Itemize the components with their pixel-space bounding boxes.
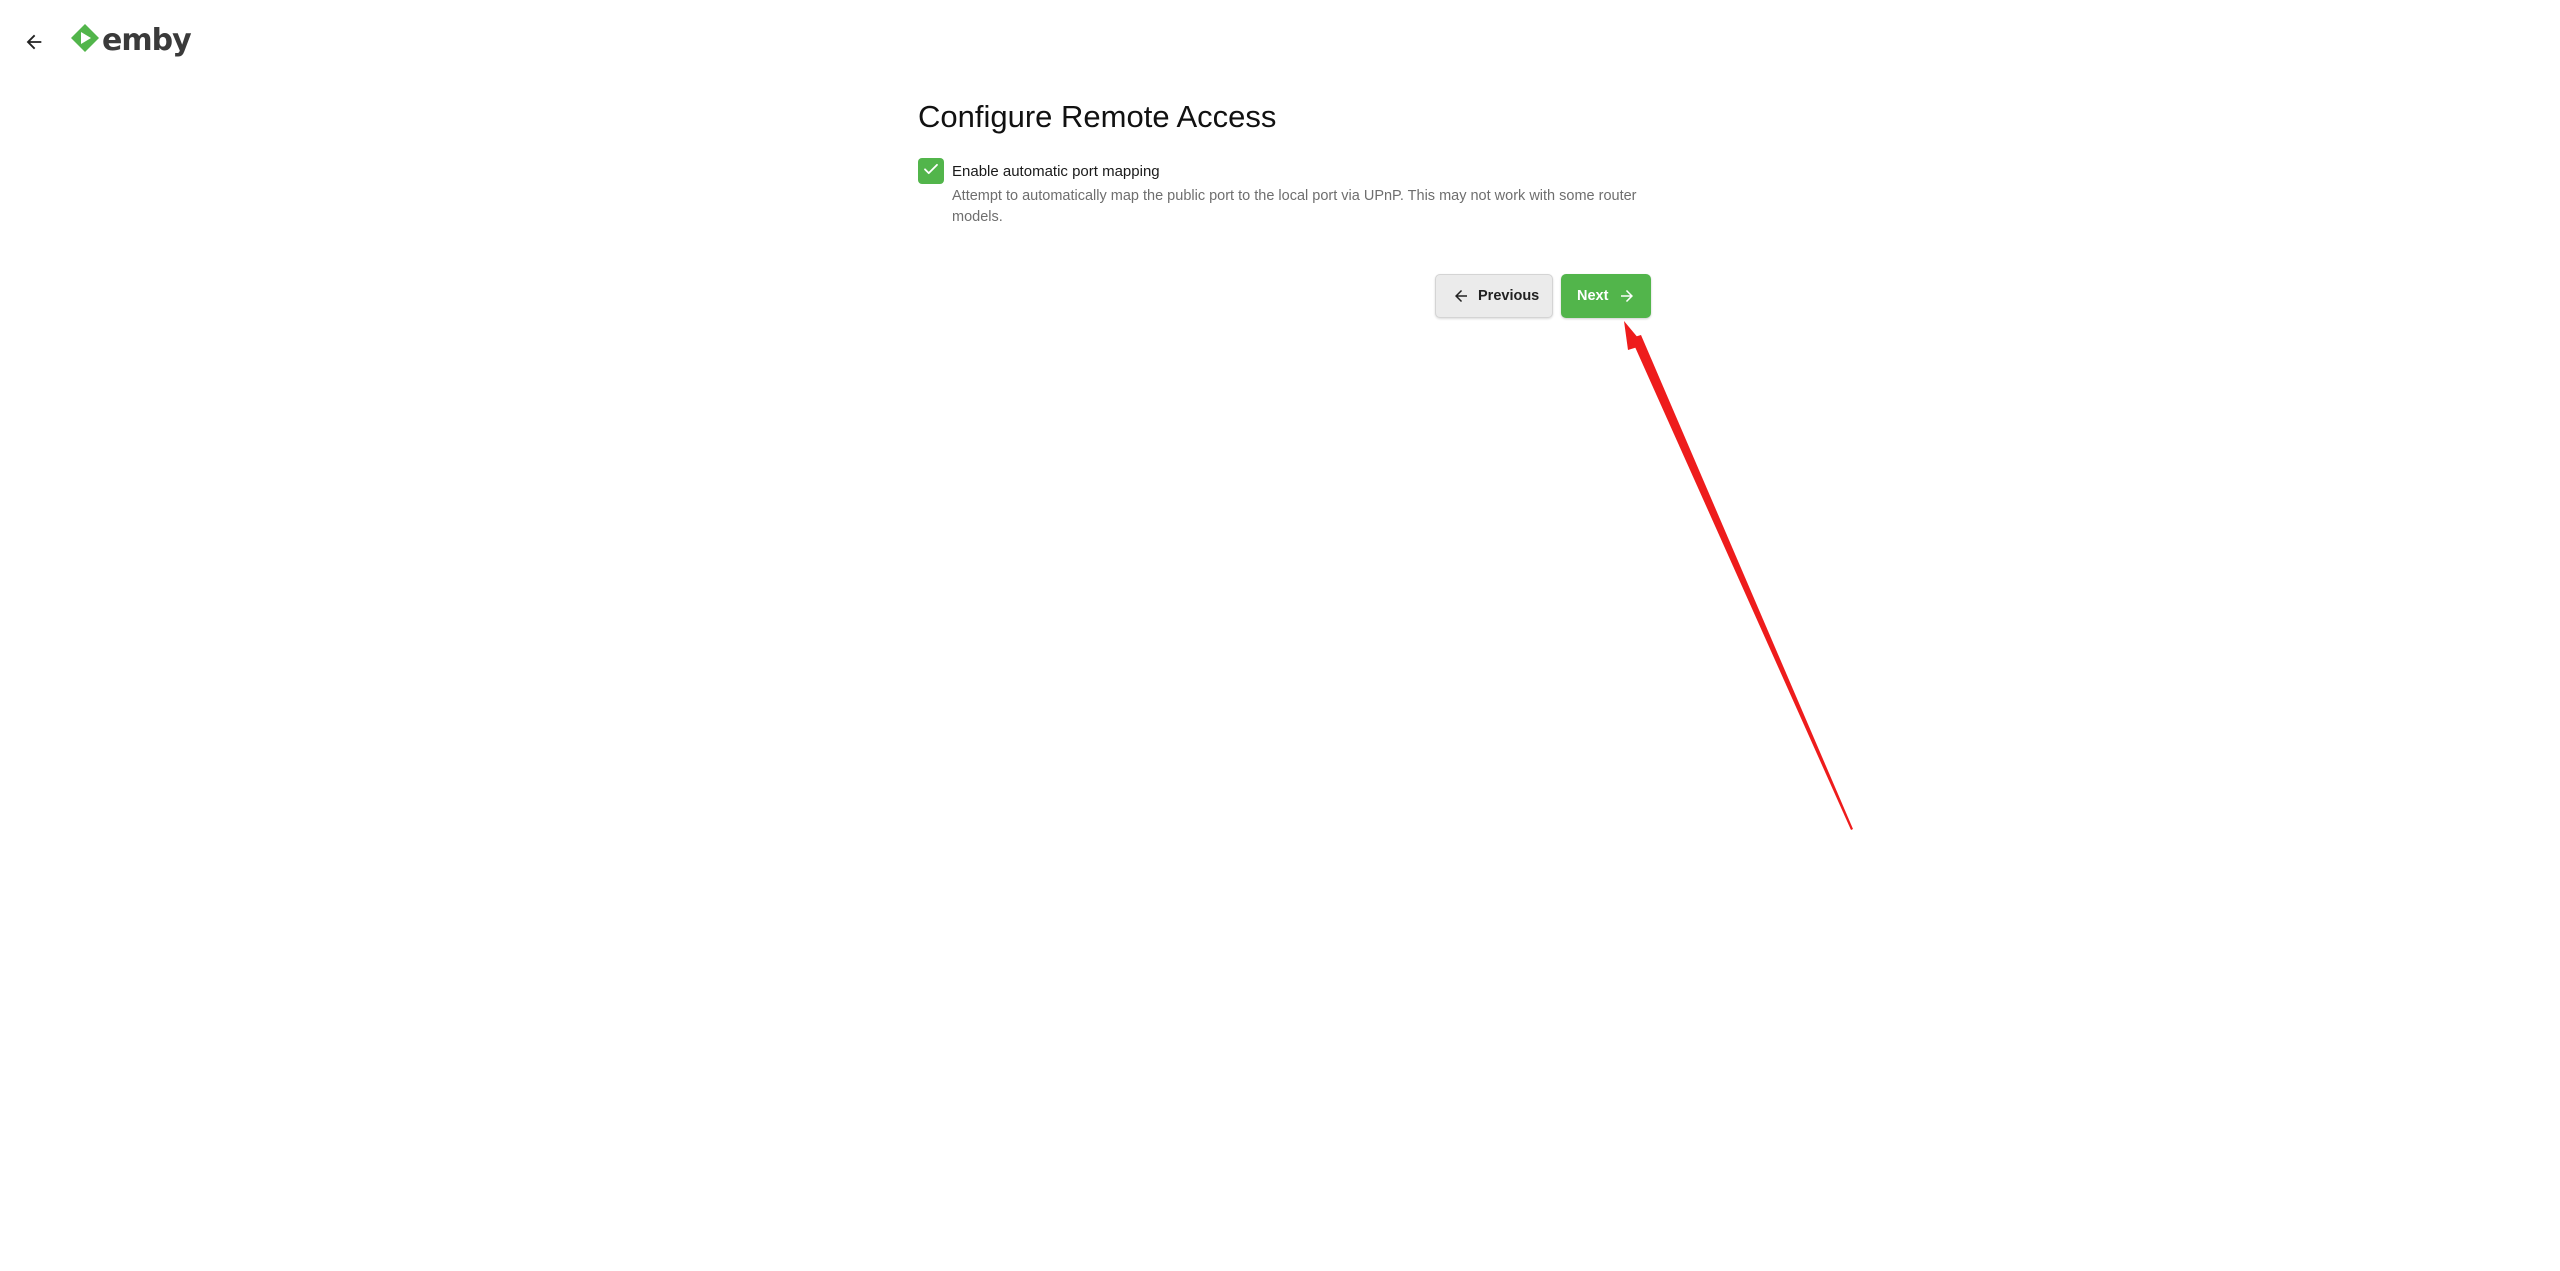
upnp-checkbox-row[interactable]: Enable automatic port mapping <box>918 158 1160 184</box>
previous-button[interactable]: Previous <box>1435 274 1553 318</box>
upnp-description: Attempt to automatically map the public … <box>952 188 1637 225</box>
header-bar: emby <box>0 0 2560 80</box>
emby-logo[interactable]: emby <box>70 22 192 58</box>
annotation-arrow-head <box>1624 321 1644 350</box>
brand-name: emby <box>102 22 192 58</box>
back-button[interactable] <box>14 24 54 64</box>
wizard-content: Configure Remote Access Enable automatic… <box>918 96 1651 318</box>
emby-play-logo-icon <box>70 23 100 58</box>
previous-button-label: Previous <box>1478 288 1540 304</box>
arrow-left-icon <box>1452 287 1470 305</box>
next-button-label: Next <box>1577 288 1609 304</box>
page-title: Configure Remote Access <box>918 99 1277 134</box>
annotation-arrow-shaft <box>1631 335 1853 830</box>
checkmark-icon <box>922 160 940 183</box>
arrow-right-icon <box>1618 287 1636 305</box>
arrow-left-icon <box>23 31 45 58</box>
upnp-checkbox[interactable] <box>918 158 944 184</box>
wizard-buttons: Previous Next <box>1435 274 1651 318</box>
upnp-checkbox-label[interactable]: Enable automatic port mapping <box>952 163 1160 180</box>
next-button[interactable]: Next <box>1561 274 1651 318</box>
